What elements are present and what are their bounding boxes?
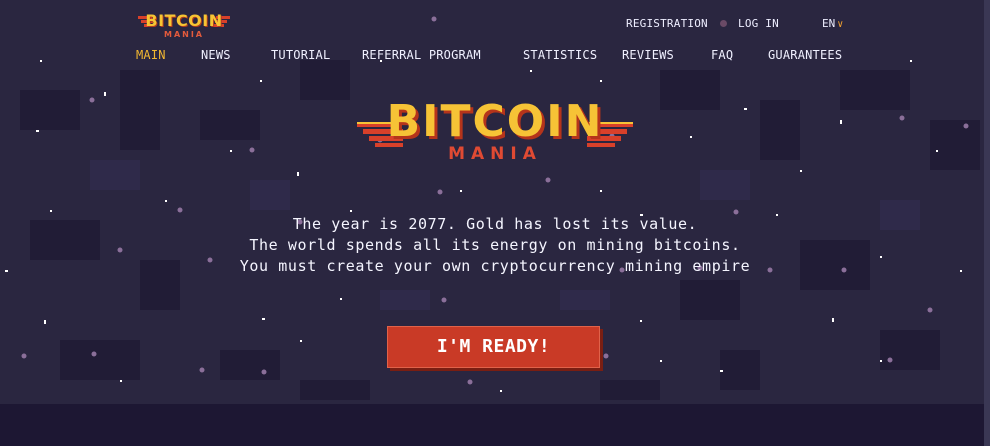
nav-item-statistics[interactable]: STATISTICS (523, 48, 597, 62)
dot-icon (720, 20, 727, 27)
tagline-line-3: You must create your own cryptocurrency … (239, 257, 751, 275)
hero-logo-title: BITCOIN (386, 96, 604, 147)
nav-item-news[interactable]: NEWS (201, 48, 231, 62)
registration-link[interactable]: REGISTRATION (626, 17, 708, 30)
header-logo-title: BITCOIN (145, 11, 223, 30)
nav-item-referral-program[interactable]: REFERRAL PROGRAM (362, 48, 481, 62)
header-logo[interactable]: BITCOIN MANIA (136, 8, 232, 44)
footer-band (0, 404, 990, 446)
tagline-line-1: The year is 2077. Gold has lost its valu… (292, 215, 698, 233)
chevron-down-icon: ∨ (837, 19, 844, 30)
nav-item-faq[interactable]: FAQ (711, 48, 733, 62)
scrollbar[interactable] (984, 0, 990, 446)
nav-item-main[interactable]: MAIN (136, 48, 166, 62)
hero-logo-subtitle: MANIA (448, 144, 542, 164)
im-ready-button[interactable]: I'M READY! (387, 326, 600, 368)
login-link[interactable]: LOG IN (738, 17, 779, 30)
language-selector[interactable]: EN ∨ (822, 17, 843, 30)
header-logo-subtitle: MANIA (163, 30, 204, 39)
tagline-line-2: The world spends all its energy on minin… (249, 236, 741, 254)
nav-item-guarantees[interactable]: GUARANTEES (768, 48, 842, 62)
hero-logo: BITCOIN MANIA (355, 96, 635, 170)
nav-item-reviews[interactable]: REVIEWS (622, 48, 674, 62)
nav-item-tutorial[interactable]: TUTORIAL (271, 48, 330, 62)
hero-tagline: The year is 2077. Gold has lost its valu… (195, 214, 795, 277)
language-label: EN (822, 17, 836, 30)
